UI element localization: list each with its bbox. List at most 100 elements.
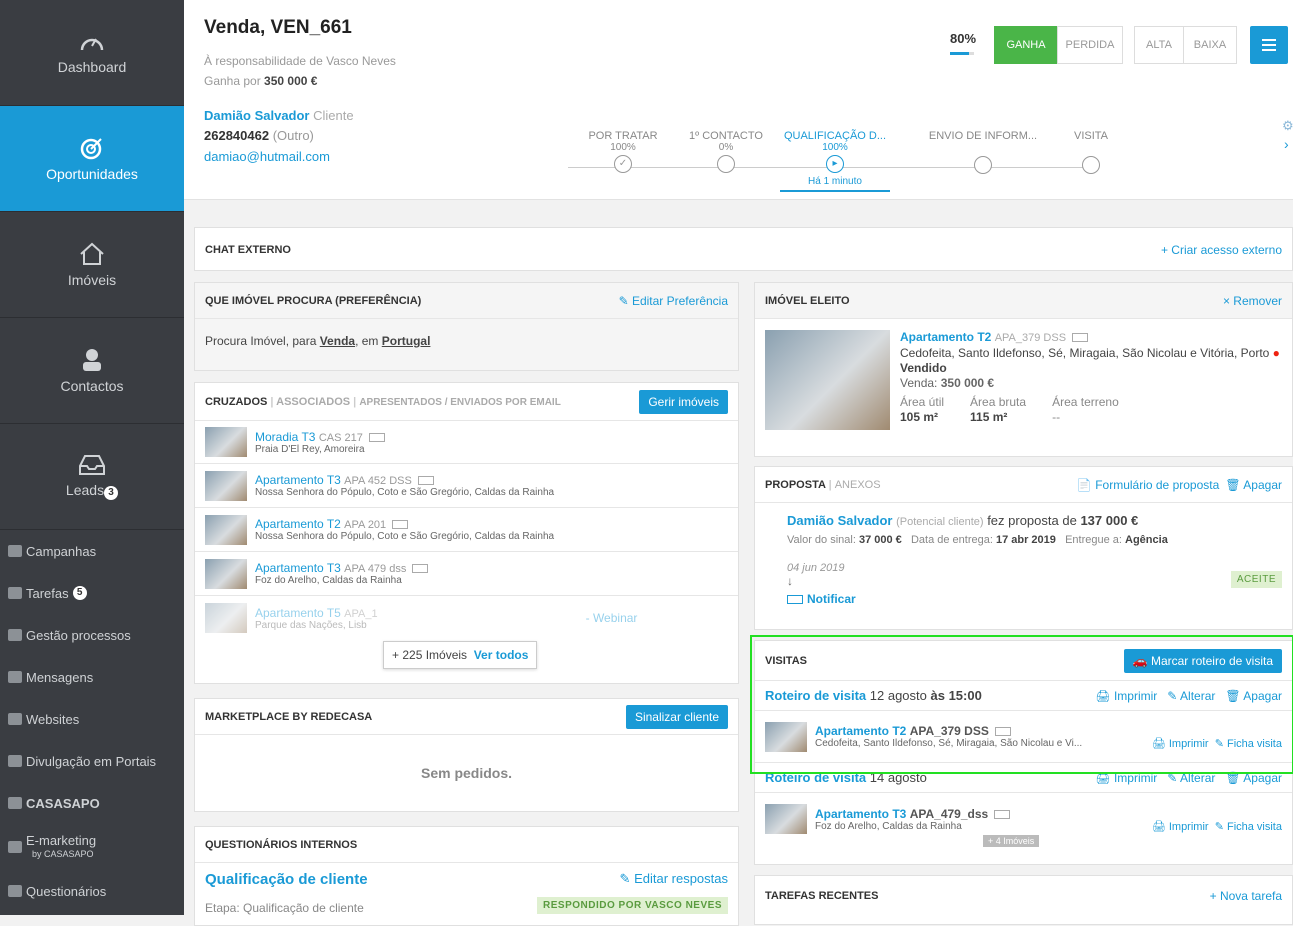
nav-websites[interactable]: Websites — [0, 698, 184, 740]
edit-answers-link[interactable]: ✎ Editar respostas — [620, 871, 728, 887]
nav-label: Contactos — [60, 377, 124, 394]
tab-cruzados[interactable]: CRUZADOS — [205, 396, 267, 408]
view-all-link[interactable]: Ver todos — [474, 648, 529, 662]
visit-route[interactable]: Roteiro de visita 12 agosto às 15:00 🖨 Im… — [755, 681, 1292, 711]
person-icon — [83, 348, 101, 371]
new-task-link[interactable]: + Nova tarefa — [1210, 889, 1282, 903]
nav-processes[interactable]: Gestão processos — [0, 614, 184, 656]
play-icon: ▸ — [826, 155, 844, 173]
tab-associados[interactable]: ASSOCIADOS — [276, 396, 350, 408]
edit-preference-link[interactable]: ✎ Editar Preferência — [619, 294, 728, 308]
list-item[interactable]: Moradia T3 CAS 217 Praia D'El Rey, Amorei… — [195, 421, 738, 464]
flag-client-button[interactable]: Sinalizar cliente — [625, 704, 728, 729]
client-email[interactable]: damiao@hutmail.com — [204, 149, 330, 164]
delete-link[interactable]: 🗑 Apagar — [1225, 771, 1282, 785]
nav-dashboard[interactable]: Dashboard — [0, 0, 184, 106]
more-properties-tag[interactable]: + 4 Imóveis — [983, 835, 1040, 847]
property-thumbnail — [205, 514, 247, 545]
edit-link[interactable]: ✎ Alterar — [1167, 689, 1215, 703]
nav-tasks[interactable]: Tarefas 5 — [0, 572, 184, 614]
nav-messages[interactable]: Mensagens — [0, 656, 184, 698]
visit-route[interactable]: Roteiro de visita 14 agosto 🖨 Imprimir ✎ … — [755, 763, 1292, 793]
print-link[interactable]: 🖨 Imprimir — [1152, 821, 1209, 833]
property-thumbnail — [205, 470, 247, 501]
nav-label: CASASAPO — [26, 795, 100, 811]
nav-portals[interactable]: Divulgação em Portais — [0, 740, 184, 782]
nav-label: Divulgação em Portais — [26, 753, 157, 769]
nav-casasapo[interactable]: CASASAPO — [0, 782, 184, 824]
stage-envio-informacao[interactable]: ENVIO DE INFORM... — [928, 130, 1038, 174]
nav-label: Oportunidades — [46, 165, 138, 182]
property-thumbnail — [765, 804, 807, 834]
visit-property-row[interactable]: Apartamento T2 APA_379 DSS Cedofeita, San… — [755, 711, 1292, 763]
property-name[interactable]: Apartamento T2 — [900, 330, 991, 344]
delete-proposal-link[interactable]: 🗑 Apagar — [1225, 478, 1282, 492]
list-item[interactable]: Apartamento T3 APA 479 dss Foz do Arelho,… — [195, 552, 738, 596]
notify-link[interactable]: Notificar — [787, 592, 1282, 606]
elected-property-panel: IMÓVEL ELEITO × Remover Apartamento T2 AP… — [754, 282, 1293, 457]
envelope-icon[interactable] — [1072, 333, 1089, 343]
chat-icon — [8, 545, 22, 557]
list-item[interactable]: Apartamento T3 APA 452 DSS Nossa Senhora … — [195, 464, 738, 508]
visit-sheet-link[interactable]: ✎ Ficha visita — [1215, 821, 1282, 833]
gear-icon[interactable]: ⚙ — [1282, 118, 1293, 134]
tab-anexos[interactable]: ANEXOS — [835, 479, 881, 491]
delete-link[interactable]: 🗑 Apagar — [1225, 689, 1282, 703]
create-external-access-link[interactable]: + Criar acesso externo — [1161, 243, 1282, 257]
nav-opportunities[interactable]: Oportunidades — [0, 106, 184, 212]
nav-sublabel: by CASASAPO — [32, 848, 94, 859]
print-link[interactable]: 🖨 Imprimir — [1095, 689, 1157, 703]
low-button[interactable]: BAIXA — [1183, 26, 1237, 64]
list-item[interactable]: Apartamento T2 APA 201 Nossa Senhora do P… — [195, 508, 738, 552]
tab-proposta[interactable]: PROPOSTA — [765, 479, 826, 491]
panel-title: IMÓVEL ELEITO — [765, 294, 850, 307]
nav-questionnaires[interactable]: Questionários — [0, 870, 184, 912]
chevron-right-icon[interactable]: › — [1284, 136, 1289, 152]
nav-emarketing[interactable]: E-marketing by CASASAPO — [0, 824, 184, 870]
list-item[interactable]: Apartamento T5 APA_1 Parque das Nações, L… — [195, 596, 738, 640]
check-icon: ✓ — [614, 155, 632, 173]
edit-link[interactable]: ✎ Alterar — [1167, 771, 1215, 785]
tab-apresentados[interactable]: APRESENTADOS / ENVIADOS POR EMAIL — [359, 397, 561, 408]
property-location: Cedofeita, Santo Ildefonso, Sé, Miragaia… — [900, 346, 1280, 375]
menu-button[interactable] — [1250, 26, 1288, 64]
property-photo — [765, 330, 890, 430]
won-button[interactable]: GANHA — [994, 26, 1058, 64]
nav-label: Leads — [65, 481, 105, 498]
export-icon — [8, 755, 22, 767]
stage-por-tratar[interactable]: POR TRATAR 100% ✓ — [568, 130, 678, 173]
lost-button[interactable]: PERDIDA — [1057, 26, 1123, 64]
nav-properties[interactable]: Imóveis — [0, 212, 184, 318]
visit-property-row[interactable]: Apartamento T3 APA_479_dss Foz do Arelho,… — [755, 793, 1292, 847]
nav-label: Mensagens — [26, 669, 94, 685]
stage-qualificacao[interactable]: QUALIFICAÇÃO D... 100% ▸ Há 1 minuto — [780, 130, 890, 187]
panel-title: CHAT EXTERNO — [205, 244, 291, 256]
nav-leads[interactable]: Leads 3 — [0, 424, 184, 530]
venda-link[interactable]: Venda — [320, 334, 355, 348]
panel-title: TAREFAS RECENTES — [765, 890, 879, 902]
gauge-icon — [80, 38, 104, 50]
portugal-link[interactable]: Portugal — [382, 334, 431, 348]
print-link[interactable]: 🖨 Imprimir — [1095, 771, 1157, 785]
client-name[interactable]: Damião Salvador — [204, 108, 310, 123]
stage-visita[interactable]: VISITA — [1036, 130, 1146, 174]
stage-primeiro-contacto[interactable]: 1º CONTACTO 0% — [671, 130, 781, 173]
answered-tag: RESPONDIDO POR VASCO NEVES — [537, 897, 728, 914]
visit-sheet-link[interactable]: ✎ Ficha visita — [1215, 738, 1282, 750]
leads-badge: 3 — [104, 485, 119, 500]
envelope-icon — [417, 476, 434, 486]
proposal-form-link[interactable]: 📄 Formulário de proposta — [1077, 478, 1219, 492]
remove-link[interactable]: × Remover — [1223, 294, 1282, 308]
external-chat-panel: CHAT EXTERNO + Criar acesso externo — [194, 227, 1293, 271]
envelope-icon — [8, 671, 22, 683]
print-link[interactable]: 🖨 Imprimir — [1152, 738, 1209, 750]
nav-campaigns[interactable]: Campanhas — [0, 530, 184, 572]
high-button[interactable]: ALTA — [1134, 26, 1184, 64]
schedule-visit-button[interactable]: 🚗 Marcar roteiro de visita — [1123, 648, 1282, 673]
manage-properties-button[interactable]: Gerir imóveis — [639, 389, 728, 414]
nav-contacts[interactable]: Contactos — [0, 318, 184, 424]
envelope-icon — [412, 564, 429, 574]
panel-title: VISITAS — [765, 654, 807, 667]
panel-title: QUESTIONÁRIOS INTERNOS — [205, 838, 358, 851]
proposer-name[interactable]: Damião Salvador — [787, 513, 893, 528]
